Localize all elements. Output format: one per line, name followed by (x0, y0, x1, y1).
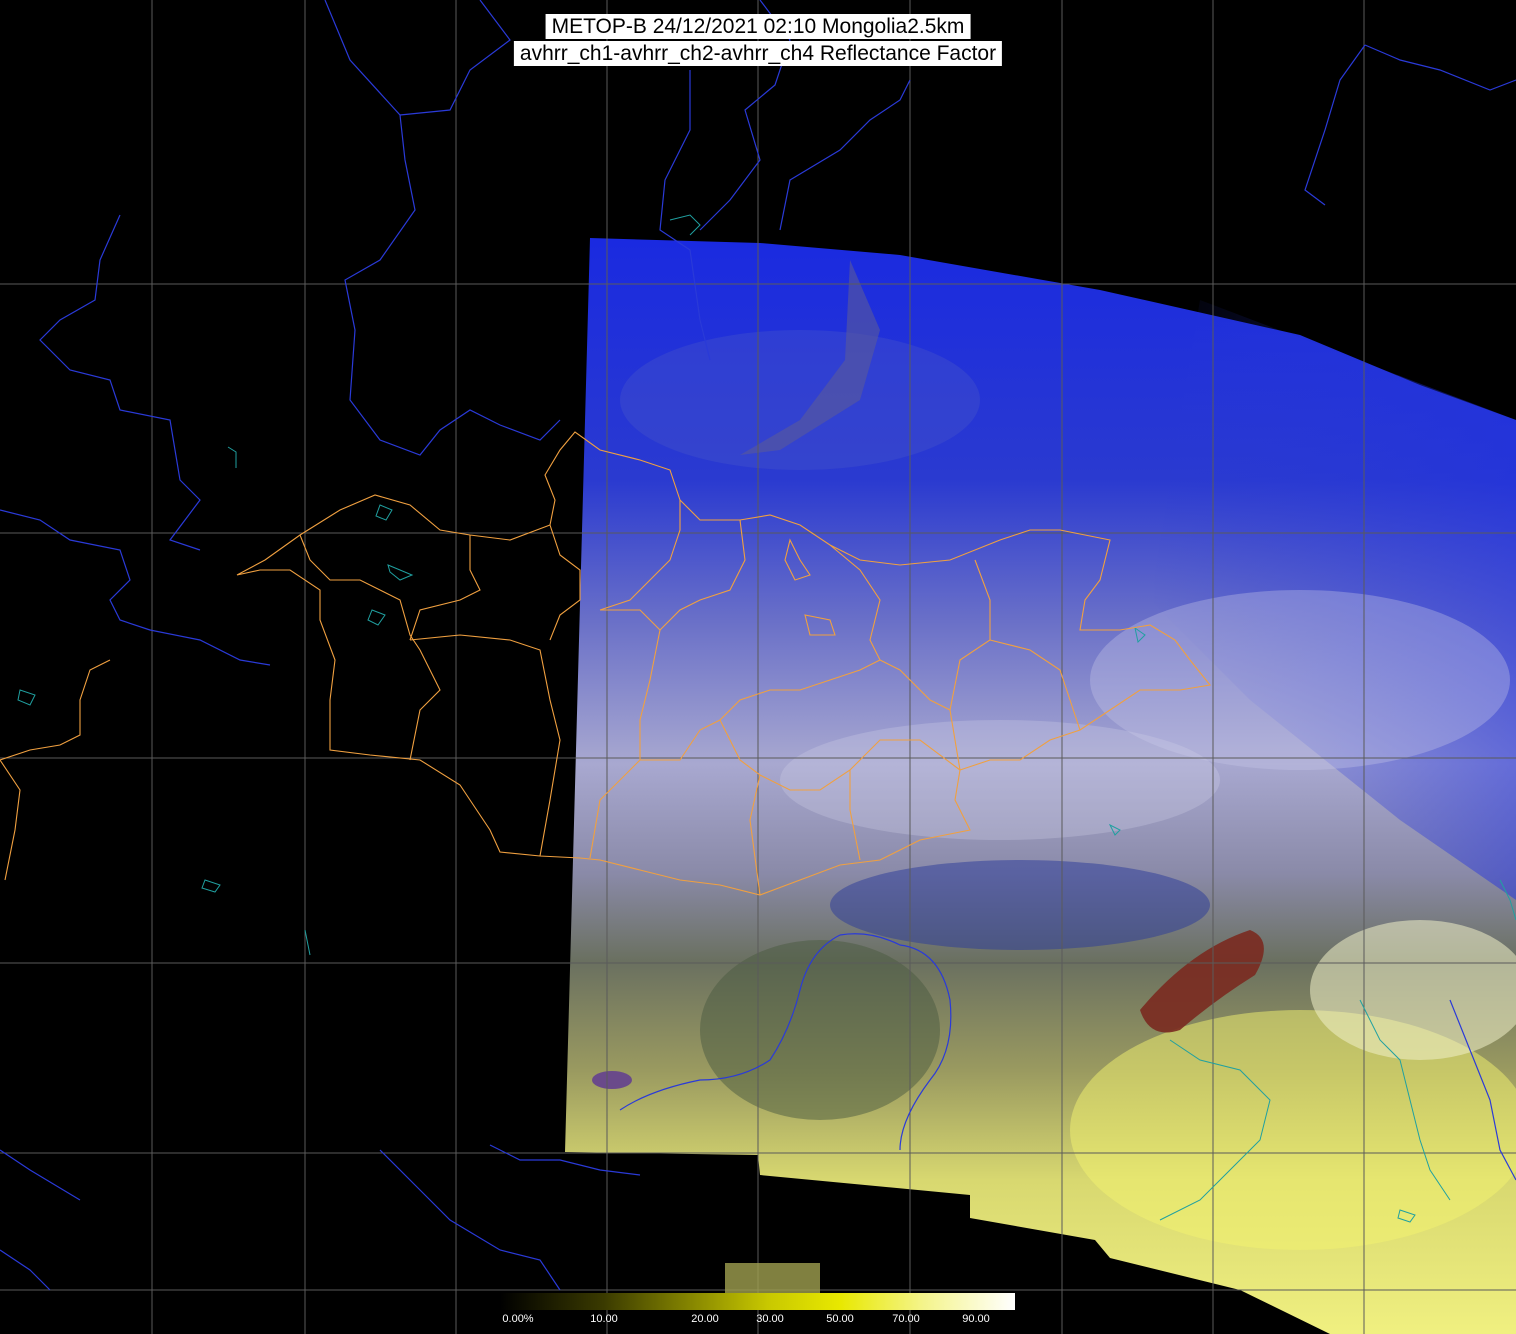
colorbar-label-1: 10.00 (590, 1313, 618, 1325)
colorbar-label-3: 30.00 (756, 1313, 784, 1325)
colorbar-label-2: 20.00 (691, 1313, 719, 1325)
satellite-swath (565, 238, 1516, 1334)
colorbar (500, 1263, 1015, 1310)
map-title-line2: avhrr_ch1-avhrr_ch2-avhrr_ch4 Reflectanc… (513, 41, 1003, 66)
colorbar-label-6: 90.00 (962, 1313, 990, 1325)
colorbar-label-5: 70.00 (892, 1313, 920, 1325)
satellite-map (0, 0, 1516, 1334)
colorbar-label-0: 0.00% (502, 1313, 534, 1325)
map-title-line1: METOP-B 24/12/2021 02:10 Mongolia2.5km (545, 14, 971, 39)
colorbar-label-4: 50.00 (826, 1313, 854, 1325)
